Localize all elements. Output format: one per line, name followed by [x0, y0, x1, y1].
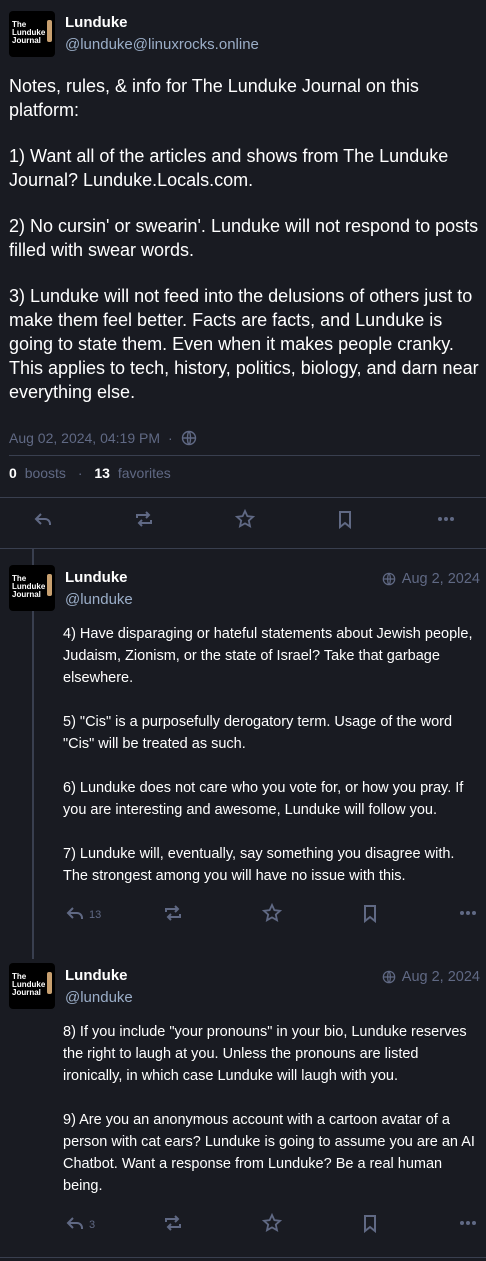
author-name[interactable]: Lunduke	[65, 14, 128, 31]
avatar-text-line: Journal	[12, 590, 41, 599]
more-icon	[458, 903, 478, 928]
avatar-figure	[47, 972, 52, 994]
author-handle[interactable]: @lunduke@linuxrocks.online	[65, 36, 259, 53]
avatar-figure	[47, 574, 52, 596]
avatar-text-line: Journal	[12, 988, 41, 997]
reply-paragraph: 8) If you include "your pronouns" in you…	[63, 1024, 467, 1084]
reply-icon	[65, 903, 85, 928]
reply-action-bar: 13	[0, 895, 486, 935]
main-avatar[interactable]: The Lunduke Journal	[9, 11, 55, 57]
reply-avatar[interactable]: The Lunduke Journal	[9, 565, 55, 611]
star-icon	[234, 508, 256, 534]
boost-icon	[134, 509, 154, 534]
reply-content: 4) Have disparaging or hateful statement…	[63, 623, 478, 909]
author-name[interactable]: Lunduke	[65, 967, 128, 984]
reply-date-text: Aug 2, 2024	[401, 571, 480, 587]
star-icon	[261, 1212, 283, 1238]
favorite-button[interactable]	[261, 895, 283, 935]
divider	[0, 497, 486, 498]
favorites-count[interactable]: 13	[94, 465, 110, 481]
reply-paragraph: 6) Lunduke does not care who you vote fo…	[63, 780, 464, 818]
reply-button[interactable]: 13	[65, 895, 101, 935]
boost-button[interactable]	[163, 1205, 183, 1245]
bookmark-icon	[360, 903, 380, 928]
reply-content: 8) If you include "your pronouns" in you…	[63, 1021, 478, 1219]
star-icon	[261, 902, 283, 928]
status-meta: Aug 02, 2024, 04:19 PM ·	[9, 430, 197, 446]
avatar-figure	[47, 20, 52, 42]
boost-icon	[163, 1213, 183, 1238]
meta-separator: ·	[168, 430, 173, 446]
reply-action-bar: 3	[0, 1205, 486, 1245]
reply-avatar[interactable]: The Lunduke Journal	[9, 963, 55, 1009]
globe-icon	[382, 970, 402, 984]
reply-paragraph: 4) Have disparaging or hateful statement…	[63, 626, 473, 686]
author-name[interactable]: Lunduke	[65, 569, 128, 586]
reply-date[interactable]: Aug 2, 2024	[382, 571, 480, 587]
reply-paragraph: 7) Lunduke will, eventually, say somethi…	[63, 846, 455, 884]
status-paragraph: 1) Want all of the articles and shows fr…	[9, 146, 449, 190]
boost-button[interactable]	[163, 895, 183, 935]
status-paragraph: 2) No cursin' or swearin'. Lunduke will …	[9, 216, 479, 260]
status-paragraph: Notes, rules, & info for The Lunduke Jou…	[9, 76, 419, 120]
reply-paragraph: 9) Are you an anonymous account with a c…	[63, 1112, 475, 1194]
reply-date-text: Aug 2, 2024	[401, 969, 480, 985]
author-handle[interactable]: @lunduke	[65, 989, 133, 1006]
reply-count: 3	[89, 1219, 96, 1231]
favorite-button[interactable]	[261, 1205, 283, 1245]
bookmark-button[interactable]	[360, 895, 380, 935]
reply-button[interactable]: 3	[65, 1205, 95, 1245]
globe-icon	[382, 572, 402, 586]
more-icon	[436, 509, 456, 534]
globe-icon	[181, 430, 197, 446]
boosts-label[interactable]: boosts	[25, 465, 66, 481]
more-icon	[458, 1213, 478, 1238]
favorites-label[interactable]: favorites	[118, 465, 171, 481]
bookmark-icon	[360, 1213, 380, 1238]
status-content: Notes, rules, & info for The Lunduke Jou…	[9, 74, 484, 426]
main-action-bar	[0, 501, 486, 541]
divider	[0, 548, 486, 549]
status-timestamp[interactable]: Aug 02, 2024, 04:19 PM	[9, 430, 160, 446]
stats-separator: ·	[77, 465, 83, 481]
reply-icon	[65, 1213, 85, 1238]
reply-button[interactable]	[33, 501, 53, 541]
favorite-button[interactable]	[234, 501, 256, 541]
bookmark-button[interactable]	[335, 501, 355, 541]
bookmark-button[interactable]	[360, 1205, 380, 1245]
reply-icon	[33, 509, 53, 534]
boost-icon	[163, 903, 183, 928]
boost-button[interactable]	[134, 501, 154, 541]
reply-date[interactable]: Aug 2, 2024	[382, 969, 480, 985]
author-handle[interactable]: @lunduke	[65, 591, 133, 608]
reply-paragraph: 5) "Cis" is a purposefully derogatory te…	[63, 714, 453, 752]
status-stats: 0 boosts · 13 favorites	[9, 465, 171, 481]
boosts-count[interactable]: 0	[9, 465, 17, 481]
divider	[9, 455, 480, 456]
more-button[interactable]	[436, 501, 456, 541]
bookmark-icon	[335, 509, 355, 534]
more-button[interactable]	[458, 1205, 478, 1245]
more-button[interactable]	[458, 895, 478, 935]
avatar-text-line: Journal	[12, 36, 41, 45]
divider	[0, 1257, 486, 1258]
status-paragraph: 3) Lunduke will not feed into the delusi…	[9, 286, 479, 402]
reply-count: 13	[89, 909, 102, 921]
